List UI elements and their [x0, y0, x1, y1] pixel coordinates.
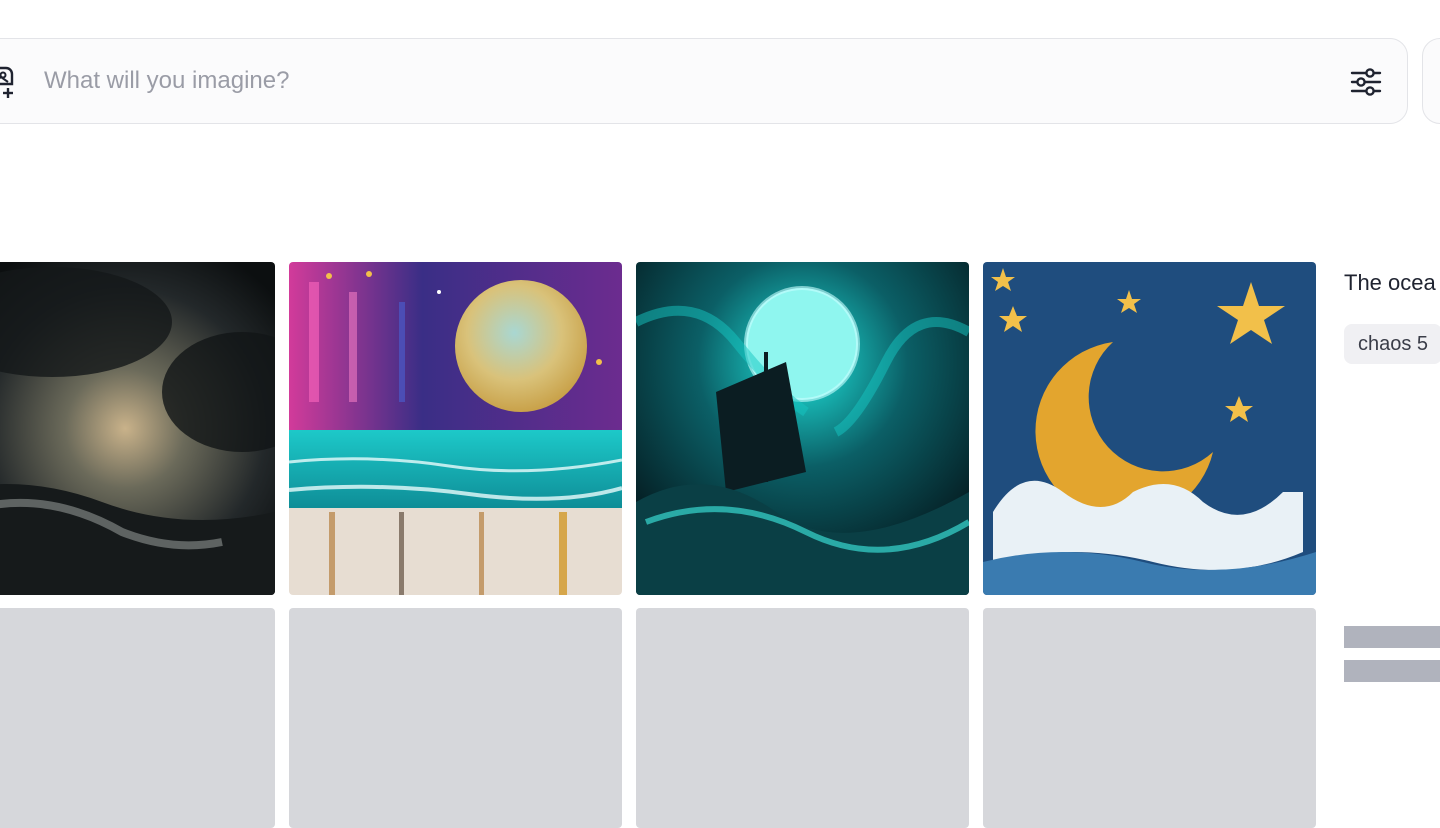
loading-skeleton [1344, 660, 1440, 682]
image-placeholder [636, 608, 969, 828]
settings-button[interactable] [1346, 62, 1386, 102]
image-plus-icon[interactable] [0, 64, 20, 100]
prompt-input[interactable] [44, 58, 1324, 104]
image-placeholder [983, 608, 1316, 828]
image-stormy-sea[interactable] [0, 262, 275, 595]
image-placeholder [0, 608, 275, 828]
loading-skeleton [1344, 626, 1440, 648]
image-moon-painting[interactable] [289, 262, 622, 595]
param-chip-chaos[interactable]: chaos 5 [1344, 324, 1440, 364]
image-ghost-ship[interactable] [636, 262, 969, 595]
job-title[interactable]: The ocea [1344, 270, 1436, 296]
side-panel-button[interactable] [1422, 38, 1440, 124]
image-crescent-moon[interactable] [983, 262, 1316, 595]
sliders-icon [1350, 68, 1382, 96]
image-placeholder [289, 608, 622, 828]
